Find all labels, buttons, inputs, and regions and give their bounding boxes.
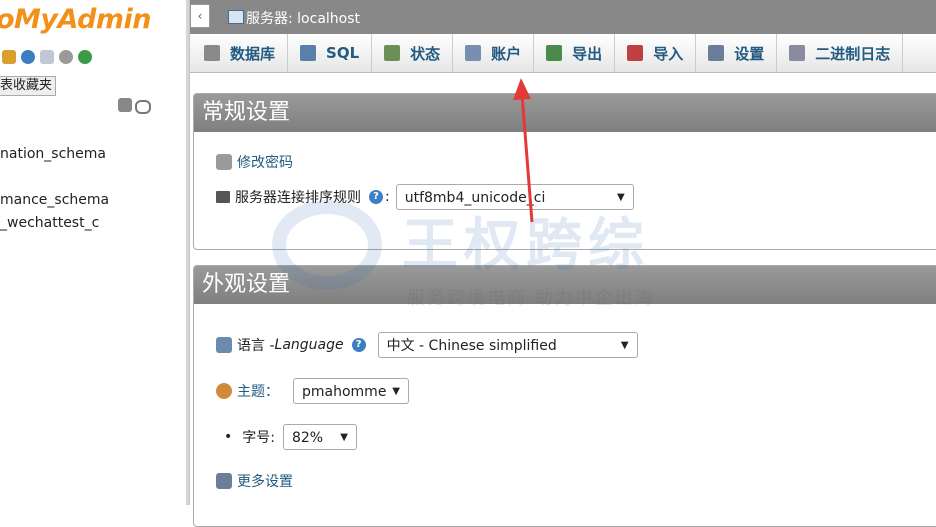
home-icon[interactable] <box>2 50 16 64</box>
font-size-row: • 字号: 82% ▼ <box>224 424 357 450</box>
key-icon <box>216 154 232 170</box>
collation-colon: : <box>385 189 390 205</box>
tab-databases[interactable]: 数据库 <box>190 34 289 72</box>
language-select-value: 中文 - Chinese simplified <box>386 338 557 354</box>
theme-row: 主题： pmahomme ▼ <box>216 378 409 404</box>
collapse-all-icon[interactable] <box>118 98 132 112</box>
phpmyadmin-logo[interactable]: oMyAdmin <box>0 4 152 35</box>
sql-icon <box>300 45 317 61</box>
font-size-select[interactable]: 82% ▼ <box>282 424 357 450</box>
theme-link[interactable]: 主题： <box>237 381 279 401</box>
collation-select[interactable]: utf8mb4_unicode_ci ▼ <box>395 184 634 210</box>
server-breadcrumb[interactable]: 服务器: localhost <box>246 8 360 28</box>
chevron-down-icon: ▼ <box>620 340 629 351</box>
language-label: 语言 - <box>237 338 275 354</box>
help-icon[interactable]: ? <box>369 190 383 204</box>
top-menu-tabs: 数据库 SQL 状态 账户 导出 导入 设置 二进制日志 <box>190 34 936 73</box>
status-icon <box>384 45 401 61</box>
change-password-link[interactable]: 修改密码 <box>237 152 293 172</box>
tab-import[interactable]: 导入 <box>615 34 697 72</box>
favorites-tab[interactable]: 表收藏夹 <box>0 76 57 96</box>
server-breadcrumb-bar: ‹ 服务器: localhost <box>190 0 936 34</box>
tab-settings[interactable]: 设置 <box>696 34 778 72</box>
collation-row: 服务器连接排序规则 ? : utf8mb4_unicode_ci ▼ <box>216 184 634 210</box>
chevron-down-icon: ▼ <box>392 386 400 397</box>
tab-import-label: 导入 <box>653 44 684 63</box>
more-settings-link[interactable]: 更多设置 <box>237 471 293 491</box>
tab-binary-log[interactable]: 二进制日志 <box>777 34 904 72</box>
collapse-nav-button[interactable]: ‹ <box>190 4 210 28</box>
navigation-panel: oMyAdmin 表收藏夹 nation_schema mance_schema… <box>0 0 186 505</box>
tab-sql[interactable]: SQL <box>288 34 373 72</box>
list-icon <box>216 191 230 203</box>
general-settings-title: 常规设置 <box>194 94 936 132</box>
db-item-information-schema[interactable]: nation_schema <box>0 146 106 162</box>
wrench-icon <box>216 473 232 489</box>
tab-status-label: 状态 <box>410 44 441 63</box>
font-size-label: 字号: <box>242 430 275 446</box>
import-icon <box>627 45 644 61</box>
language-label-en: Language <box>274 337 344 353</box>
collation-select-value: utf8mb4_unicode_ci <box>404 190 546 206</box>
tab-databases-label: 数据库 <box>230 44 276 63</box>
wrench-icon <box>708 45 725 61</box>
change-password-row: 修改密码 <box>216 152 293 172</box>
theme-select[interactable]: pmahomme ▼ <box>293 378 409 404</box>
tab-binary-log-label: 二进制日志 <box>815 44 891 63</box>
language-select[interactable]: 中文 - Chinese simplified ▼ <box>377 332 638 358</box>
font-size-select-value: 82% <box>291 430 324 446</box>
tab-status[interactable]: 状态 <box>372 34 454 72</box>
language-row: 语言 - Language ? 中文 - Chinese simplified … <box>216 332 638 358</box>
docs-icon[interactable] <box>40 50 54 64</box>
settings-gear-icon[interactable] <box>59 50 73 64</box>
language-icon <box>216 337 232 353</box>
database-icon <box>204 45 220 61</box>
bullet-icon: • <box>224 429 233 445</box>
appearance-settings-title: 外观设置 <box>194 266 936 304</box>
accounts-icon <box>465 45 482 61</box>
tab-accounts-label: 账户 <box>491 44 522 63</box>
tab-accounts[interactable]: 账户 <box>453 34 535 72</box>
reload-icon[interactable] <box>78 50 92 64</box>
help-icon[interactable] <box>21 50 35 64</box>
db-item-wechattest[interactable]: _wechattest_c <box>0 215 99 231</box>
chevron-down-icon: ▼ <box>340 432 348 443</box>
tab-settings-label: 设置 <box>734 44 765 63</box>
tab-sql-label: SQL <box>326 44 360 62</box>
binlog-icon <box>789 45 806 61</box>
link-icon[interactable] <box>135 100 151 114</box>
db-item-performance-schema[interactable]: mance_schema <box>0 192 109 208</box>
more-settings-row: 更多设置 <box>216 471 293 491</box>
help-icon[interactable]: ? <box>351 338 366 352</box>
palette-icon <box>216 383 232 399</box>
nav-icon-bar <box>2 50 92 64</box>
general-settings-panel: 常规设置 修改密码 服务器连接排序规则 ? : utf8mb4_unicode_… <box>193 93 936 250</box>
appearance-settings-panel: 外观设置 语言 - Language ? 中文 - Chinese simpli… <box>193 265 936 527</box>
server-icon <box>228 10 244 24</box>
collation-label: 服务器连接排序规则 <box>235 190 361 206</box>
theme-select-value: pmahomme <box>302 384 387 400</box>
chevron-down-icon: ▼ <box>617 192 625 203</box>
tab-export[interactable]: 导出 <box>534 34 616 72</box>
export-icon <box>546 45 563 61</box>
main-content: 常规设置 修改密码 服务器连接排序规则 ? : utf8mb4_unicode_… <box>190 73 936 527</box>
tab-export-label: 导出 <box>572 44 603 63</box>
tree-controls <box>118 98 151 114</box>
